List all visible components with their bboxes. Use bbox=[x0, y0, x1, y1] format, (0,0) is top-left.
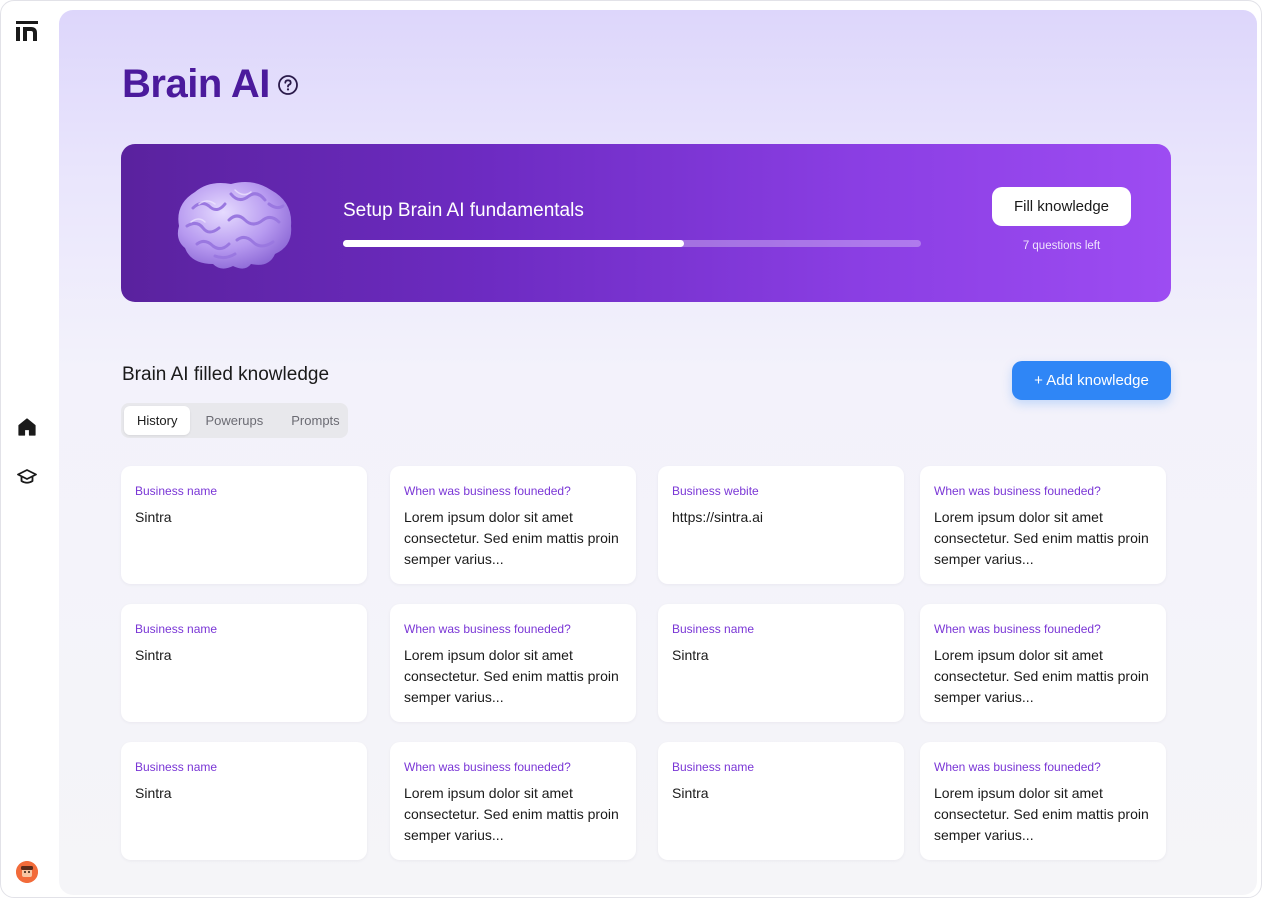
card-label: Business webite bbox=[672, 484, 759, 498]
card-label: When was business founeded? bbox=[404, 484, 571, 498]
knowledge-card[interactable]: When was business founeded? Lorem ipsum … bbox=[390, 604, 636, 722]
card-label: When was business founeded? bbox=[934, 760, 1101, 774]
tab-prompts[interactable]: Prompts bbox=[278, 406, 352, 435]
knowledge-card[interactable]: When was business founeded? Lorem ipsum … bbox=[390, 466, 636, 584]
logo-icon[interactable] bbox=[15, 19, 39, 43]
knowledge-card[interactable]: Business webite https://sintra.ai bbox=[658, 466, 904, 584]
main-panel: Brain AI Setup Brain AI fundamentals Fil… bbox=[59, 10, 1257, 895]
card-label: Business name bbox=[135, 484, 218, 498]
knowledge-card[interactable]: When was business founeded? Lorem ipsum … bbox=[920, 742, 1166, 860]
page-title: Brain AI bbox=[122, 62, 270, 106]
card-label: When was business founeded? bbox=[404, 622, 571, 636]
setup-progress-bar bbox=[343, 240, 921, 247]
help-icon[interactable] bbox=[277, 74, 299, 96]
app-window: Brain AI Setup Brain AI fundamentals Fil… bbox=[0, 0, 1262, 898]
card-label: When was business founeded? bbox=[934, 622, 1101, 636]
card-value: Lorem ipsum dolor sit amet consectetur. … bbox=[934, 509, 1149, 567]
avatar[interactable] bbox=[16, 861, 38, 883]
knowledge-card[interactable]: Business name Sintra bbox=[121, 604, 367, 722]
card-label: When was business founeded? bbox=[934, 484, 1101, 498]
setup-progress-fill bbox=[343, 240, 685, 247]
sidebar bbox=[1, 1, 59, 897]
knowledge-grid: Business name Sintra When was business f… bbox=[121, 466, 1171, 866]
card-value: Lorem ipsum dolor sit amet consectetur. … bbox=[934, 785, 1149, 843]
card-value: Sintra bbox=[135, 785, 172, 801]
card-value: Sintra bbox=[672, 785, 709, 801]
knowledge-card[interactable]: Business name Sintra bbox=[658, 604, 904, 722]
card-value: Lorem ipsum dolor sit amet consectetur. … bbox=[404, 785, 619, 843]
knowledge-card[interactable]: Business name Sintra bbox=[121, 466, 367, 584]
knowledge-card[interactable]: Business name Sintra bbox=[121, 742, 367, 860]
card-value: Lorem ipsum dolor sit amet consectetur. … bbox=[934, 647, 1149, 705]
card-value: Lorem ipsum dolor sit amet consectetur. … bbox=[404, 647, 619, 705]
knowledge-card[interactable]: Business name Sintra bbox=[658, 742, 904, 860]
knowledge-card[interactable]: When was business founeded? Lorem ipsum … bbox=[920, 604, 1166, 722]
card-label: Business name bbox=[135, 760, 218, 774]
card-label: Business name bbox=[672, 622, 755, 636]
questions-left-text: 7 questions left bbox=[1022, 240, 1101, 252]
card-label: Business name bbox=[135, 622, 218, 636]
card-value: Sintra bbox=[135, 509, 172, 525]
brain-icon bbox=[169, 174, 301, 274]
add-knowledge-button[interactable]: + Add knowledge bbox=[1012, 361, 1171, 400]
fill-knowledge-button[interactable]: Fill knowledge bbox=[992, 187, 1131, 226]
tab-powerups[interactable]: Powerups bbox=[192, 406, 276, 435]
knowledge-tabs: History Powerups Prompts bbox=[121, 403, 348, 438]
banner-title: Setup Brain AI fundamentals bbox=[343, 200, 584, 221]
setup-banner: Setup Brain AI fundamentals Fill knowled… bbox=[121, 144, 1171, 302]
home-icon[interactable] bbox=[15, 415, 39, 439]
knowledge-card[interactable]: When was business founeded? Lorem ipsum … bbox=[920, 466, 1166, 584]
card-value: Sintra bbox=[135, 647, 172, 663]
tab-history[interactable]: History bbox=[124, 406, 191, 435]
card-label: Business name bbox=[672, 760, 755, 774]
card-value: Lorem ipsum dolor sit amet consectetur. … bbox=[404, 509, 619, 567]
card-value: https://sintra.ai bbox=[672, 509, 764, 525]
section-title: Brain AI filled knowledge bbox=[122, 364, 330, 385]
graduation-cap-icon[interactable] bbox=[15, 465, 39, 489]
card-label: When was business founeded? bbox=[404, 760, 571, 774]
card-value: Sintra bbox=[672, 647, 709, 663]
knowledge-card[interactable]: When was business founeded? Lorem ipsum … bbox=[390, 742, 636, 860]
